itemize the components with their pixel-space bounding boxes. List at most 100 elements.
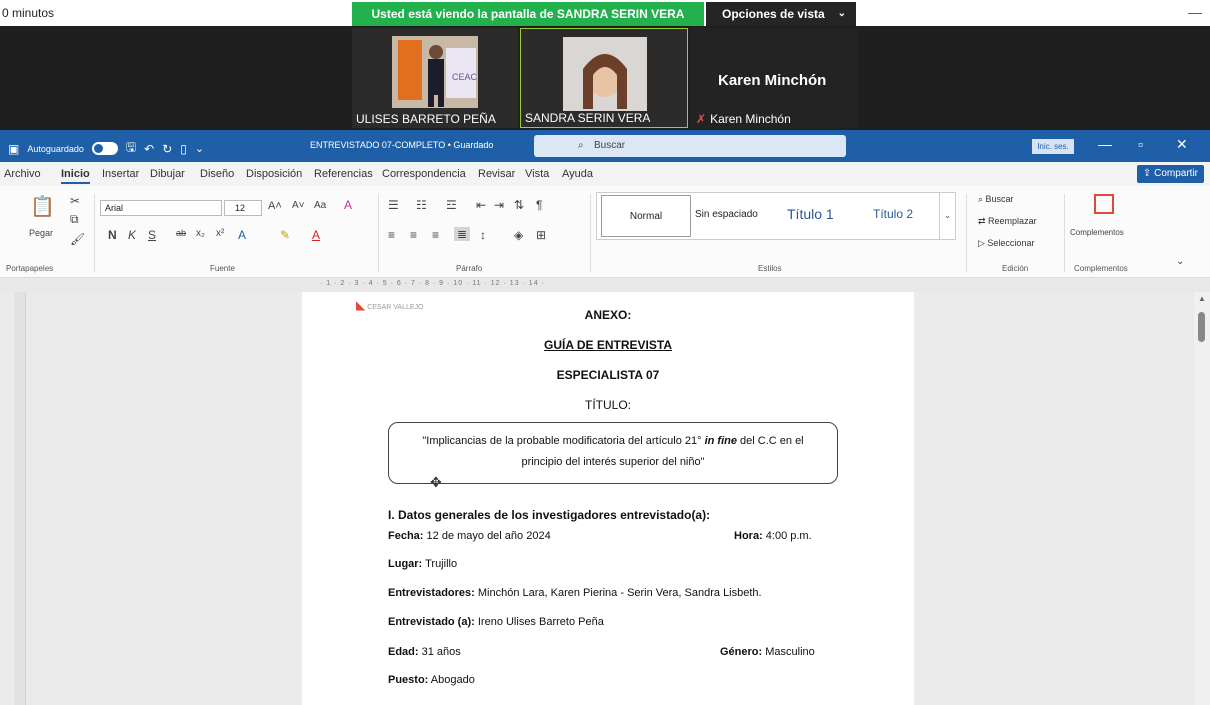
scrollbar-thumb[interactable] (1198, 312, 1205, 342)
font-size-select[interactable]: 12 (224, 200, 262, 216)
sort-icon[interactable]: ⇅ (514, 198, 524, 212)
customize-toolbar-icon[interactable]: ⌄ (195, 142, 204, 155)
search-box[interactable]: ⌕ Buscar (534, 135, 846, 157)
clear-format-icon[interactable]: A (344, 198, 352, 212)
highlight-icon[interactable]: ✎ (280, 228, 290, 242)
italic-icon[interactable]: K (128, 228, 136, 242)
tab-revisar[interactable]: Revisar (478, 168, 515, 180)
paste-icon[interactable]: 📋 (30, 194, 55, 219)
style-heading-2[interactable]: Título 2 (873, 207, 913, 221)
redo-icon[interactable]: ↻ (162, 142, 172, 156)
cut-icon[interactable]: ✂ (70, 194, 80, 208)
collapse-ribbon-icon[interactable]: ⌄ (1176, 256, 1184, 267)
tab-dibujar[interactable]: Dibujar (150, 168, 185, 180)
tab-ayuda[interactable]: Ayuda (562, 168, 593, 180)
horizontal-ruler[interactable]: · 1 · 2 · 3 · 4 · 5 · 6 · 7 · 8 · 9 · 10… (0, 278, 1210, 292)
bullets-icon[interactable]: ☰ (388, 198, 399, 212)
align-center-icon[interactable]: ≡ (410, 228, 417, 242)
numbering-icon[interactable]: ☷ (416, 198, 427, 212)
superscript-icon[interactable]: x² (216, 228, 224, 239)
style-normal[interactable]: Normal (601, 195, 691, 237)
research-title-line-2: principio del interés superior del niño" (521, 456, 705, 468)
style-no-spacing[interactable]: Sin espaciado (695, 209, 758, 220)
search-icon: ⌕ (978, 194, 986, 204)
field-value: Masculino (765, 646, 815, 658)
tab-vista[interactable]: Vista (525, 168, 549, 180)
addins-button-label[interactable]: Complementos (1070, 228, 1124, 237)
participant-tile[interactable]: Karen Minchón ✗ Karen Minchón (690, 28, 858, 128)
justify-icon[interactable]: ≣ (454, 227, 471, 241)
multilevel-list-icon[interactable]: ☲ (446, 198, 457, 212)
font-name-select[interactable]: Arial (100, 200, 222, 216)
shrink-font-icon[interactable]: A˅ (292, 200, 305, 211)
copy-icon[interactable]: ⧉ (70, 212, 79, 227)
ribbon-tabs: Archivo Inicio Insertar Dibujar Diseño D… (0, 162, 1210, 186)
align-left-icon[interactable]: ≡ (388, 228, 395, 242)
participant-tile[interactable]: CEAC ULISES BARRETO PEÑA (352, 28, 518, 128)
increase-indent-icon[interactable]: ⇥ (494, 198, 504, 212)
find-button[interactable]: ⌕ Buscar (978, 194, 1014, 205)
paste-label[interactable]: Pegar (29, 228, 53, 238)
scroll-up-icon[interactable]: ▲ (1198, 294, 1206, 303)
document-title[interactable]: ENTREVISTADO 07-COMPLETO • Guardado (310, 140, 493, 150)
participant-name: ULISES BARRETO PEÑA (356, 112, 496, 126)
restore-window-icon[interactable]: ▫ (1138, 136, 1143, 152)
close-window-icon[interactable]: ✕ (1176, 136, 1188, 153)
replace-button[interactable]: ⇄ Reemplazar (978, 216, 1037, 227)
tab-correspondencia[interactable]: Correspondencia (382, 168, 466, 180)
tab-archivo[interactable]: Archivo (4, 168, 41, 180)
show-marks-icon[interactable]: ¶ (536, 198, 542, 212)
share-button[interactable]: ⇪ Compartir (1136, 165, 1204, 183)
undo-icon[interactable]: ↶ (144, 142, 154, 156)
bold-icon[interactable]: N (108, 228, 117, 242)
tab-disposicion[interactable]: Disposición (246, 168, 302, 180)
tab-insertar[interactable]: Insertar (102, 168, 139, 180)
interviewee-field: Entrevistado (a): Ireno Ulises Barreto P… (388, 616, 604, 628)
subscript-icon[interactable]: x₂ (196, 228, 205, 239)
style-heading-1[interactable]: Título 1 (787, 206, 834, 222)
field-value: Ireno Ulises Barreto Peña (477, 616, 604, 628)
divider (966, 194, 967, 272)
align-right-icon[interactable]: ≡ (432, 228, 439, 242)
vertical-scrollbar[interactable]: ▲ (1194, 292, 1210, 705)
underline-icon[interactable]: S (148, 228, 156, 242)
view-options-button[interactable]: Opciones de vista ⌄ (706, 2, 856, 26)
format-painter-icon[interactable]: 🖌 (70, 232, 85, 246)
borders-icon[interactable]: ⊞ (536, 228, 546, 242)
grow-font-icon[interactable]: A˄ (268, 200, 282, 212)
field-label: Género: (720, 646, 763, 658)
title-text-part: del C.C en el (736, 435, 804, 447)
shading-icon[interactable]: ◈ (514, 228, 523, 242)
replace-label: Reemplazar (988, 216, 1037, 226)
zoom-top-bar: 0 minutos Usted está viendo la pantalla … (0, 0, 1210, 26)
document-page[interactable]: ◣ CESAR VALLEJO ANEXO: GUÍA DE ENTREVIST… (302, 292, 914, 705)
change-case-icon[interactable]: Aa (314, 200, 326, 211)
tab-inicio[interactable]: Inicio (61, 168, 90, 184)
font-color-icon[interactable]: A (312, 228, 320, 242)
minimize-window-icon[interactable]: — (1098, 136, 1112, 152)
line-spacing-icon[interactable]: ↕ (480, 228, 486, 242)
minimize-icon[interactable]: — (1188, 4, 1202, 20)
styles-more-icon[interactable]: ⌄ (939, 193, 955, 239)
search-icon: ⌕ (578, 140, 584, 151)
text-effects-icon[interactable]: A (238, 228, 246, 242)
group-label-clipboard: Portapapeles (6, 264, 54, 273)
position-field: Puesto: Abogado (388, 674, 475, 686)
addins-icon[interactable] (1094, 194, 1114, 214)
meeting-timer: 0 minutos (2, 6, 55, 20)
participant-name: SANDRA SERIN VERA (525, 111, 651, 125)
decrease-indent-icon[interactable]: ⇤ (476, 198, 486, 212)
new-document-icon[interactable]: ▯ (180, 142, 187, 156)
participant-tile-active[interactable]: SANDRA SERIN VERA (520, 28, 688, 128)
tab-referencias[interactable]: Referencias (314, 168, 373, 180)
specialist-heading: ESPECIALISTA 07 (556, 368, 660, 382)
vertical-ruler[interactable] (14, 292, 26, 705)
select-button[interactable]: ▷ Seleccionar (978, 238, 1034, 249)
ruler-marks: · 1 · 2 · 3 · 4 · 5 · 6 · 7 · 8 · 9 · 10… (320, 280, 545, 287)
field-value: Trujillo (425, 558, 458, 570)
tab-diseno[interactable]: Diseño (200, 168, 234, 180)
sign-in-button[interactable]: Inic. ses. (1032, 139, 1074, 154)
autosave-toggle[interactable] (91, 142, 118, 155)
strikethrough-icon[interactable]: ab (176, 228, 186, 238)
save-icon[interactable]: 🖫 (126, 138, 136, 159)
